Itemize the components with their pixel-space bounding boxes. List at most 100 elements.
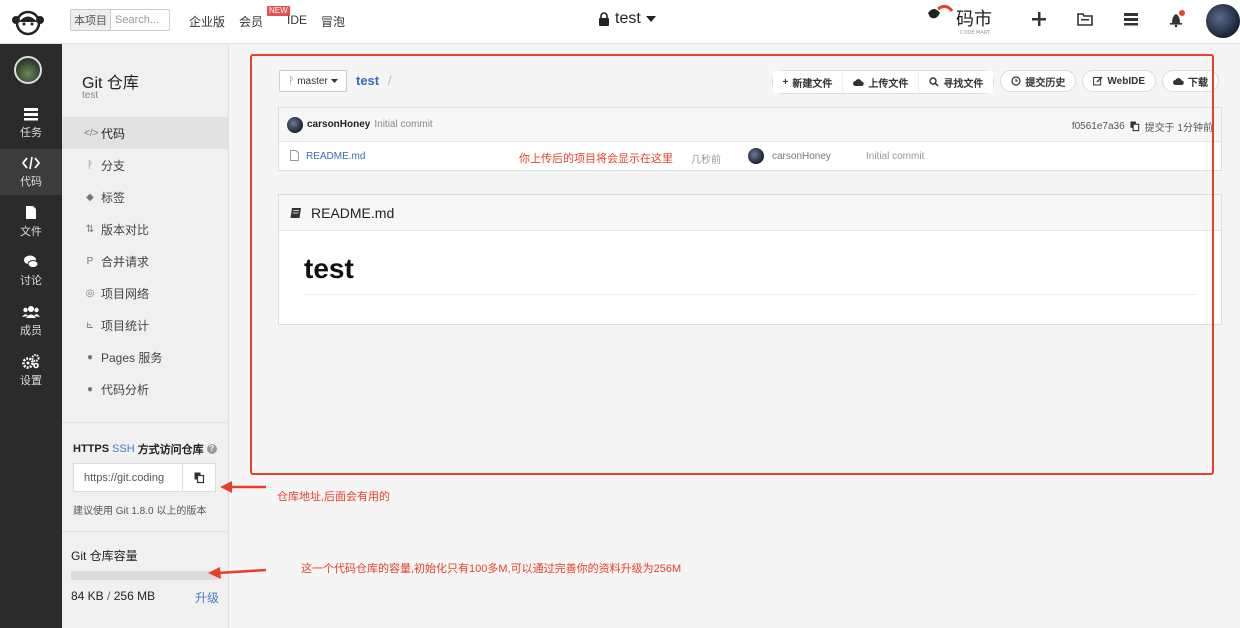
top-bar: 本项目 Search... 企业版 会员 NEW IDE 冒泡 test 码市 C… <box>0 0 1240 44</box>
project-folder-icon[interactable] <box>1062 12 1108 26</box>
file-icon <box>26 206 36 219</box>
sidebar-item-label: 标签 <box>101 190 126 205</box>
sidebar-subtitle: test <box>82 90 99 101</box>
sidebar-item-label: 代码分析 <box>101 382 150 397</box>
rail-item-settings[interactable]: 设置 <box>0 348 62 394</box>
rail-item-code[interactable]: 代码 <box>0 149 62 195</box>
add-icon[interactable] <box>1016 11 1062 27</box>
sidebar-item-stats[interactable]: ⊾ 项目统计 <box>62 309 228 341</box>
arrow-left-icon <box>208 567 267 579</box>
sidebar-item-compare[interactable]: ⇅ 版本对比 <box>62 213 228 245</box>
access-title: HTTPS SSH 方式访问仓库 ? <box>73 441 217 457</box>
rail-item-discuss[interactable]: 讨论 <box>0 248 62 294</box>
nav-enterprise[interactable]: 企业版 <box>189 13 225 30</box>
sidebar-item-label: 版本对比 <box>101 222 150 237</box>
capacity-usage: 84 KB / 256 MB <box>71 589 155 603</box>
sidebar-item-label: 项目统计 <box>101 318 150 333</box>
members-icon <box>22 305 40 318</box>
tag-icon: ◆ <box>86 191 94 203</box>
compare-icon: ⇅ <box>85 223 95 235</box>
divider <box>62 531 228 532</box>
rail-label: 讨论 <box>20 274 42 287</box>
arrow-left-icon <box>220 481 266 493</box>
sidebar-item-label: 代码 <box>101 126 126 141</box>
sidebar-menu: </> 代码 ᚹ 分支 ◆ 标签 ⇅ 版本对比 P 合并请求 ◎ 项目网络 ⊾ 项目统计 ● P… <box>62 117 228 405</box>
sidebar-item-label: Pages 服务 <box>101 350 163 365</box>
capacity-total: 256 MB <box>113 589 156 603</box>
repo-url-input[interactable]: https://git.coding <box>74 472 182 484</box>
tasks-list-icon[interactable] <box>1108 12 1154 26</box>
nav-ide[interactable]: IDE <box>287 13 307 30</box>
rail-label: 设置 <box>20 375 42 387</box>
search-input[interactable]: Search... <box>111 14 159 26</box>
project-title[interactable]: test <box>615 10 641 28</box>
merge-request-icon: P <box>86 255 94 267</box>
brand-subtext: CODE MART <box>960 30 991 36</box>
branch-icon: ᚹ <box>87 159 93 171</box>
rail-label: 代码 <box>20 175 42 188</box>
sidebar-item-tags[interactable]: ◆ 标签 <box>62 181 228 213</box>
sidebar-item-branches[interactable]: ᚹ 分支 <box>62 149 228 181</box>
analysis-icon: ● <box>86 383 94 395</box>
search-scope[interactable]: 本项目 <box>71 10 111 30</box>
capacity-title: Git 仓库容量 <box>71 549 138 563</box>
coding-logo-icon[interactable] <box>10 7 46 37</box>
rail-item-members[interactable]: 成员 <box>0 298 62 344</box>
repo-url-field[interactable]: https://git.coding <box>73 463 216 492</box>
codemart-logo-icon: 码市 CODE MART <box>928 4 992 36</box>
brand-text: 码市 <box>956 9 992 30</box>
copy-icon <box>194 472 204 483</box>
codemart-brand[interactable]: 码市 CODE MART <box>926 3 1010 37</box>
divider <box>62 422 228 423</box>
annotation-capacity: 这一个代码仓库的容量,初始化只有100多M,可以通过完善你的资料升级为256M <box>301 563 682 575</box>
caret-down-icon <box>645 16 656 22</box>
user-avatar[interactable] <box>1206 4 1240 38</box>
globe-icon: ● <box>86 351 94 363</box>
lock-icon <box>599 12 609 26</box>
ssh-option[interactable]: SSH <box>112 443 135 455</box>
capacity-separator: / <box>107 589 111 603</box>
settings-icon <box>22 354 40 369</box>
https-option[interactable]: HTTPS <box>73 443 109 455</box>
rail-label: 任务 <box>20 126 42 139</box>
repo-sidebar: Git 仓库 test </> 代码 ᚹ 分支 ◆ 标签 ⇅ 版本对比 P 合并请求 ◎ 项… <box>62 44 229 628</box>
nav-bubble[interactable]: 冒泡 <box>321 13 345 30</box>
upgrade-link[interactable]: 升级 <box>195 589 219 606</box>
sidebar-item-label: 项目网络 <box>101 286 150 301</box>
annotation-url: 仓库地址,后面会有用的 <box>277 491 391 503</box>
capacity-used: 84 KB <box>71 589 104 603</box>
sidebar-item-pages[interactable]: ● Pages 服务 <box>62 341 228 373</box>
stats-icon: ⊾ <box>85 319 95 331</box>
sidebar-item-label: 合并请求 <box>101 254 150 269</box>
help-icon[interactable]: ? <box>206 444 217 454</box>
sidebar-item-label: 分支 <box>101 158 126 173</box>
search-box[interactable]: 本项目 Search... <box>70 9 170 31</box>
notification-bell-icon[interactable] <box>1154 10 1200 28</box>
discuss-icon <box>24 255 39 268</box>
nav-membership-label[interactable]: 会员 <box>239 15 263 29</box>
highlight-box <box>250 54 1214 475</box>
project-rail: 任务 代码 文件 讨论 成员 设置 <box>0 44 62 628</box>
code-icon: </> <box>84 127 99 139</box>
rail-label: 成员 <box>20 324 42 337</box>
code-icon <box>22 156 40 169</box>
git-version-note: 建议使用 Git 1.8.0 以上的版本 <box>73 506 207 517</box>
rail-label: 文件 <box>20 226 42 238</box>
rail-item-tasks[interactable]: 任务 <box>0 100 62 146</box>
rail-item-files[interactable]: 文件 <box>0 199 62 245</box>
project-avatar[interactable] <box>14 56 42 84</box>
capacity-bar <box>71 571 219 580</box>
sidebar-item-analysis[interactable]: ● 代码分析 <box>62 373 228 405</box>
annotation-files: 你上传后的项目将会显示在这里 <box>519 153 673 165</box>
copy-button[interactable] <box>182 464 215 491</box>
sidebar-item-network[interactable]: ◎ 项目网络 <box>62 277 228 309</box>
project-switcher[interactable]: test <box>598 10 656 28</box>
sidebar-item-merge-requests[interactable]: P 合并请求 <box>62 245 228 277</box>
tasks-icon <box>24 107 38 120</box>
access-title-text: 方式访问仓库 <box>137 444 204 456</box>
sidebar-item-code[interactable]: </> 代码 <box>62 117 228 149</box>
top-nav: 企业版 会员 NEW IDE 冒泡 <box>189 6 345 30</box>
nav-membership[interactable]: 会员 NEW <box>239 6 290 30</box>
top-actions <box>1016 10 1200 28</box>
network-icon: ◎ <box>85 287 95 299</box>
